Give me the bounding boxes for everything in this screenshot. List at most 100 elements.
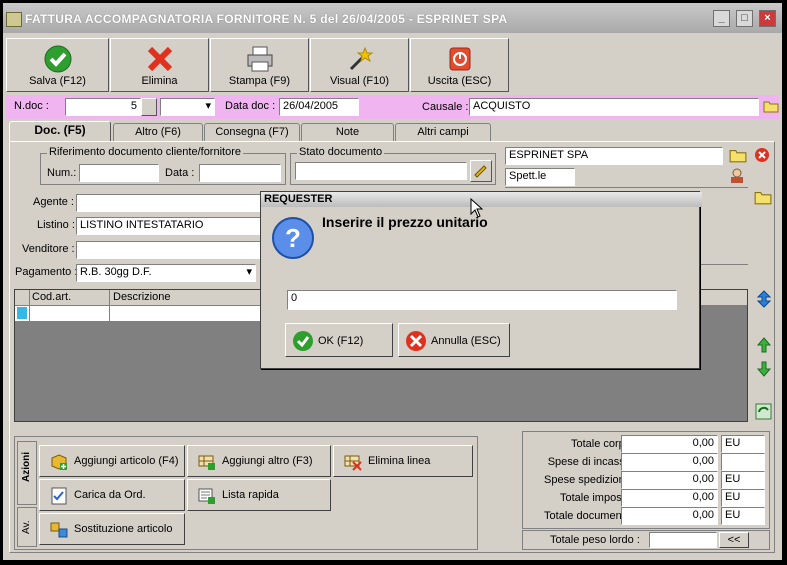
- folder-icon[interactable]: [754, 189, 772, 205]
- stato-button[interactable]: [470, 160, 492, 182]
- load-order-button[interactable]: Carica da Ord.: [39, 479, 185, 511]
- svg-text:?: ?: [285, 223, 301, 253]
- ndoc-label: N.doc :: [14, 100, 49, 112]
- grid-corner: [15, 290, 30, 305]
- save-label: Salva (F12): [29, 75, 86, 87]
- maximize-button[interactable]: □: [736, 10, 753, 27]
- ok-button[interactable]: OK (F12): [285, 323, 393, 357]
- supplier-salutation: Spett.le: [505, 168, 575, 186]
- exit-icon: [449, 47, 470, 71]
- azioni-panel: Azioni Av. Aggiungi articolo (F4) Aggiun…: [14, 436, 478, 550]
- close-button[interactable]: ×: [759, 10, 776, 27]
- stato-field[interactable]: [295, 162, 467, 180]
- tab-doc[interactable]: Doc. (F5): [9, 121, 111, 142]
- list-add-icon: [198, 488, 215, 504]
- num-field[interactable]: [79, 164, 159, 182]
- grid-add-icon: [198, 455, 215, 470]
- mouse-cursor-icon: [470, 198, 484, 218]
- col-divider: [109, 290, 110, 305]
- exit-button[interactable]: Uscita (ESC): [410, 38, 509, 92]
- add-article-label: Aggiungi articolo (F4): [74, 455, 179, 467]
- tab-altro[interactable]: Altro (F6): [113, 123, 203, 141]
- totals-box: Totale corpo : 0,00 EU Spese di incasso …: [522, 431, 770, 529]
- add-other-label: Aggiungi altro (F3): [222, 455, 313, 467]
- grid-row[interactable]: [15, 306, 275, 321]
- add-other-button[interactable]: Aggiungi altro (F3): [187, 445, 331, 477]
- venditore-field[interactable]: [76, 241, 262, 259]
- agente-field[interactable]: [76, 194, 262, 212]
- listino-label: Listino :: [37, 219, 75, 231]
- quick-list-button[interactable]: Lista rapida: [187, 479, 331, 511]
- quick-list-label: Lista rapida: [222, 489, 279, 501]
- listino-field[interactable]: LISTINO INTESTATARIO: [76, 217, 262, 235]
- add-article-button[interactable]: Aggiungi articolo (F4): [39, 445, 185, 477]
- causale-field[interactable]: ACQUISTO: [469, 98, 759, 116]
- move-updown-icon[interactable]: [757, 290, 771, 308]
- chevron-down-icon: ▾: [246, 266, 252, 278]
- totale-imposte-unit: EU: [721, 489, 765, 507]
- cancel-button[interactable]: Annulla (ESC): [398, 323, 510, 357]
- replace-article-label: Sostituzione articolo: [74, 523, 173, 535]
- azioni-tab[interactable]: Azioni: [17, 441, 37, 505]
- col-codart[interactable]: Cod.art.: [32, 291, 71, 303]
- datadoc-field[interactable]: 26/04/2005: [279, 98, 359, 116]
- folder-icon[interactable]: [763, 99, 779, 113]
- person-icon[interactable]: [728, 168, 746, 184]
- av-tab[interactable]: Av.: [17, 507, 37, 547]
- peso-field: [649, 532, 717, 548]
- pagamento-select[interactable]: R.B. 30gg D.F. ▾: [76, 264, 256, 282]
- tab-consegna[interactable]: Consegna (F7): [204, 123, 300, 141]
- ndoc-suffix-select[interactable]: ▾: [160, 98, 215, 116]
- peso-label: Totale peso lordo :: [550, 534, 640, 546]
- delete-button[interactable]: Elimina: [110, 38, 209, 92]
- total-corpo-unit: EU: [721, 435, 765, 453]
- peso-box: Totale peso lordo : <<: [522, 530, 770, 550]
- question-icon: ?: [272, 217, 314, 259]
- supplier-name: ESPRINET SPA: [505, 147, 723, 165]
- riferimento-title: Riferimento documento cliente/fornitore: [47, 146, 243, 158]
- delete-line-label: Elimina linea: [368, 455, 431, 467]
- col-descrizione[interactable]: Descrizione: [113, 291, 170, 303]
- tab-altri-campi[interactable]: Altri campi: [395, 123, 491, 141]
- replace-article-button[interactable]: Sostituzione articolo: [39, 513, 185, 545]
- spese-incasso-value: 0,00: [621, 453, 718, 471]
- venditore-label: Venditore :: [22, 243, 75, 255]
- spese-incasso-unit: [721, 453, 765, 471]
- datadoc-label: Data doc :: [225, 100, 276, 112]
- load-order-label: Carica da Ord.: [74, 489, 146, 501]
- folder-icon[interactable]: [729, 147, 747, 163]
- ok-label: OK (F12): [318, 335, 364, 347]
- cell-divider: [29, 306, 30, 321]
- stato-title: Stato documento: [297, 146, 385, 158]
- grid-delete-icon: [344, 455, 362, 471]
- row-indicator: [17, 307, 27, 319]
- num-label: Num.:: [47, 167, 77, 179]
- price-input[interactable]: 0: [287, 290, 677, 310]
- checklist-icon: [51, 487, 67, 505]
- data-field[interactable]: [199, 164, 281, 182]
- printer-icon: [247, 46, 272, 72]
- pencil-icon: [474, 165, 487, 178]
- arrow-up-icon[interactable]: [757, 337, 771, 353]
- delete-red-icon[interactable]: [754, 147, 770, 163]
- check-icon: [44, 45, 71, 73]
- arrow-down-icon[interactable]: [757, 361, 771, 377]
- peso-expand-button[interactable]: <<: [719, 532, 749, 548]
- refresh-icon[interactable]: [755, 403, 772, 420]
- title-bar[interactable]: FATTURA ACCOMPAGNATORIA FORNITORE N. 5 d…: [3, 3, 782, 33]
- causale-label: Causale :: [422, 101, 469, 113]
- box-add-icon: [51, 454, 67, 470]
- print-button[interactable]: Stampa (F9): [210, 38, 309, 92]
- minimize-button[interactable]: _: [713, 10, 730, 27]
- delete-line-button[interactable]: Elimina linea: [333, 445, 473, 477]
- pagamento-value: R.B. 30gg D.F.: [80, 266, 152, 278]
- pagamento-label: Pagamento :: [15, 266, 78, 278]
- tab-note[interactable]: Note: [301, 123, 394, 141]
- visual-label: Visual (F10): [329, 75, 390, 87]
- save-button[interactable]: Salva (F12): [6, 38, 109, 92]
- app-icon: [6, 12, 22, 27]
- visual-button[interactable]: Visual (F10): [310, 38, 409, 92]
- ndoc-field[interactable]: 5: [65, 98, 141, 116]
- toolbar: Salva (F12) Elimina Stampa (F9) Visual (…: [3, 37, 782, 95]
- ndoc-spin-button[interactable]: [141, 98, 157, 116]
